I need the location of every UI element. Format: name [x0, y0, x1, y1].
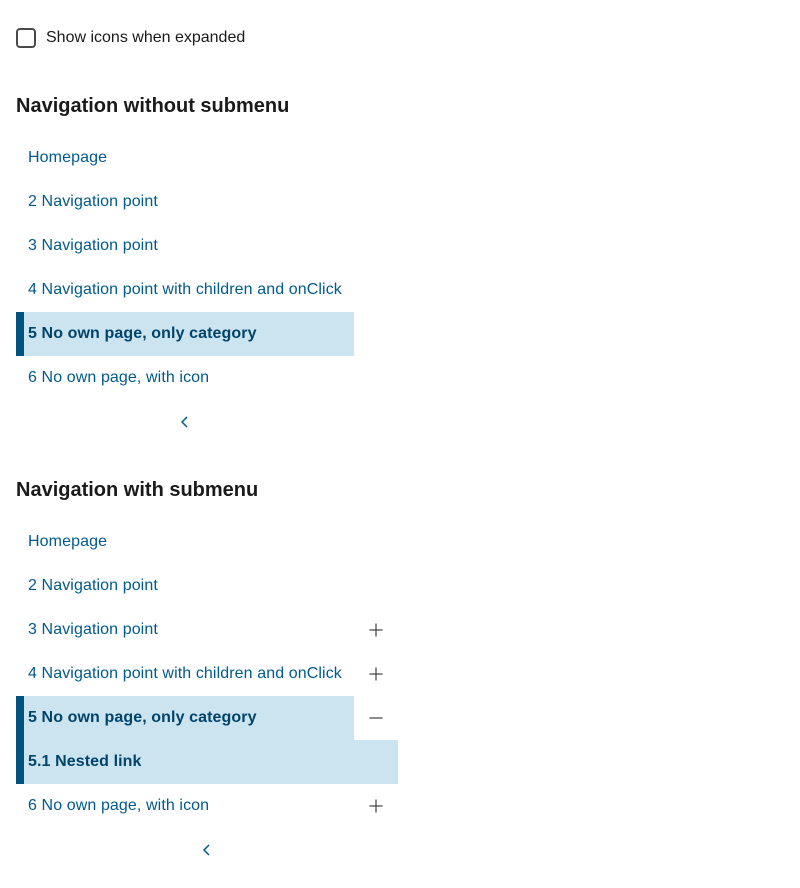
nav-row: 4 Navigation point with children and onC… — [16, 652, 398, 696]
plus-icon — [369, 799, 383, 813]
nav-row: Homepage — [16, 520, 398, 564]
nav-row: Homepage — [16, 136, 354, 180]
nav-item-6-no-own-page-with-icon[interactable]: 6 No own page, with icon — [16, 784, 354, 828]
nav-row: 2 Navigation point — [16, 564, 398, 608]
navigation-without-submenu: Homepage 2 Navigation point 3 Navigation… — [16, 136, 354, 400]
nav-row: 3 Navigation point — [16, 608, 398, 652]
collapse-button-5[interactable] — [354, 696, 398, 740]
section-title-without-submenu: Navigation without submenu — [16, 95, 290, 117]
nav-row: 5 No own page, only category — [16, 312, 354, 356]
nav-item-6-no-own-page-with-icon[interactable]: 6 No own page, with icon — [16, 356, 354, 400]
minus-icon — [369, 717, 383, 719]
nav-item-3-navigation-point[interactable]: 3 Navigation point — [16, 224, 354, 268]
nav-item-2-navigation-point[interactable]: 2 Navigation point — [16, 564, 354, 608]
nav-item-5-no-own-page-active[interactable]: 5 No own page, only category — [16, 696, 354, 740]
nav-row: 3 Navigation point — [16, 224, 354, 268]
expand-button-3[interactable] — [354, 608, 398, 652]
expand-button-4[interactable] — [354, 652, 398, 696]
nav-row: 5 No own page, only category — [16, 696, 398, 740]
nav-item-homepage[interactable]: Homepage — [16, 136, 354, 180]
nav-item-4-navigation-point-with-children[interactable]: 4 Navigation point with children and onC… — [16, 268, 354, 312]
nav-row: 6 No own page, with icon — [16, 356, 354, 400]
nav-item-2-navigation-point[interactable]: 2 Navigation point — [16, 180, 354, 224]
collapse-navigation-button[interactable] — [173, 410, 197, 434]
nav-item-4-navigation-point-with-children[interactable]: 4 Navigation point with children and onC… — [16, 652, 354, 696]
expand-button-6[interactable] — [354, 784, 398, 828]
plus-icon — [369, 623, 383, 637]
chevron-left-icon — [202, 844, 210, 856]
nav-row: 4 Navigation point with children and onC… — [16, 268, 354, 312]
section-title-with-submenu: Navigation with submenu — [16, 479, 259, 501]
navigation-with-submenu: Homepage 2 Navigation point 3 Navigation… — [16, 520, 398, 828]
collapse-navigation-button[interactable] — [195, 838, 219, 862]
show-icons-label: Show icons when expanded — [46, 29, 246, 46]
show-icons-checkbox[interactable] — [16, 28, 36, 48]
show-icons-checkbox-row[interactable]: Show icons when expanded — [16, 26, 245, 50]
nav-item-homepage[interactable]: Homepage — [16, 520, 354, 564]
nav-item-5-1-nested-link[interactable]: 5.1 Nested link — [16, 740, 398, 784]
chevron-left-icon — [180, 416, 188, 428]
plus-icon — [369, 667, 383, 681]
nav-row: 2 Navigation point — [16, 180, 354, 224]
nav-row: 6 No own page, with icon — [16, 784, 398, 828]
nav-item-3-navigation-point[interactable]: 3 Navigation point — [16, 608, 354, 652]
nav-row: 5.1 Nested link — [16, 740, 398, 784]
nav-item-5-no-own-page-active[interactable]: 5 No own page, only category — [16, 312, 354, 356]
